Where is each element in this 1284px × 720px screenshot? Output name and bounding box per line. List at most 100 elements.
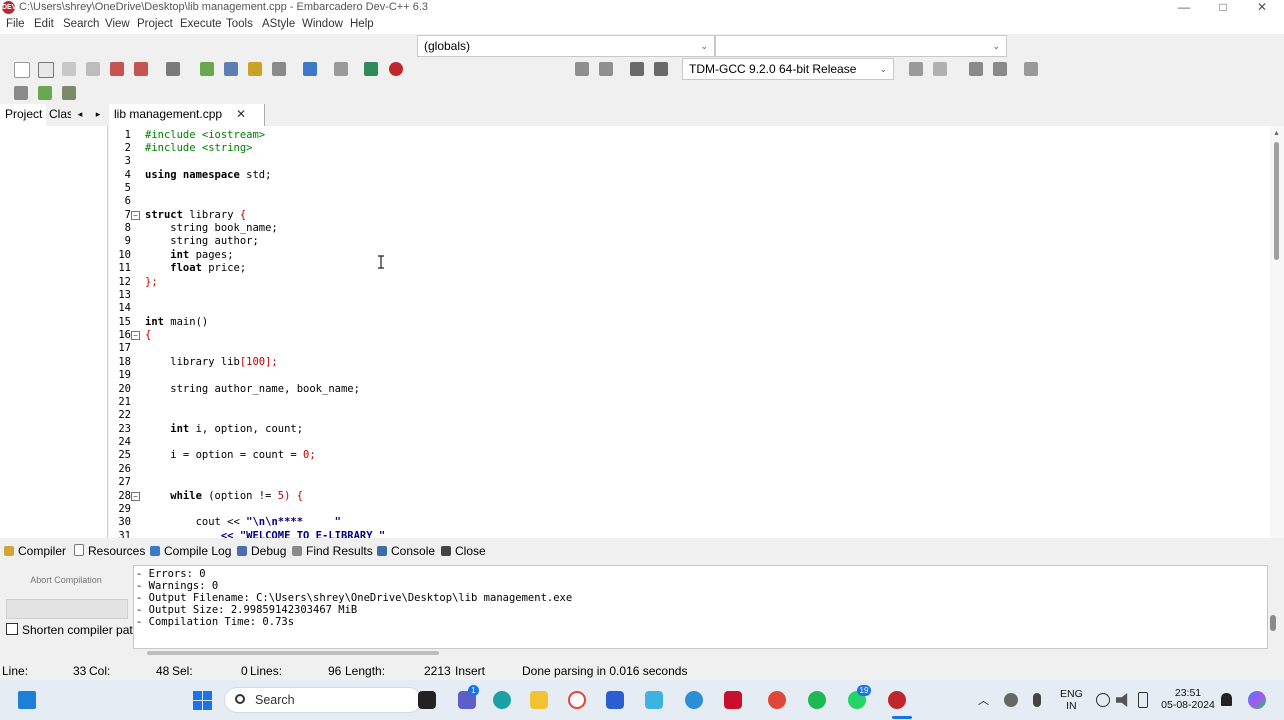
wps-office-icon[interactable] [768, 691, 786, 709]
clock[interactable]: 23:51 05-08-2024 [1160, 687, 1216, 711]
vertical-scrollbar[interactable]: ▲ [1270, 126, 1284, 538]
zoom-out-icon[interactable] [599, 62, 613, 76]
menu-view[interactable]: View [105, 18, 130, 30]
toggle-panel-icon[interactable] [200, 62, 214, 76]
file-tab[interactable]: lib management.cpp ✕ [109, 104, 265, 126]
volume-icon[interactable] [1116, 693, 1128, 707]
menu-edit[interactable]: Edit [34, 18, 54, 30]
network-globe-icon[interactable] [1096, 693, 1110, 707]
devcpp-taskbar-icon[interactable] [888, 691, 906, 709]
menu-execute[interactable]: Execute [180, 18, 222, 30]
file-explorer-icon[interactable] [530, 691, 548, 709]
code-line: int main() [145, 316, 209, 328]
log-scroll-thumb[interactable] [1270, 615, 1276, 631]
chart-icon[interactable] [364, 62, 378, 76]
minimize-button[interactable]: — [1166, 0, 1202, 16]
region-code: IN [1066, 700, 1077, 712]
horizontal-scroll-thumb[interactable] [147, 651, 439, 655]
fold-toggle-icon[interactable]: − [131, 492, 140, 501]
menu-window[interactable]: Window [302, 18, 343, 30]
window-icon[interactable] [654, 62, 668, 76]
app-icon[interactable] [645, 691, 663, 709]
redo-icon[interactable] [933, 62, 947, 76]
vertical-scroll-thumb[interactable] [1274, 142, 1279, 260]
fold-toggle-icon[interactable]: − [131, 211, 140, 220]
shorten-paths-checkbox[interactable]: Shorten compiler pat [6, 623, 133, 637]
fullscreen-icon[interactable] [630, 62, 644, 76]
abort-compilation-button[interactable]: Abort Compilation [6, 569, 126, 591]
print-icon[interactable] [166, 62, 180, 76]
tab-close[interactable]: Close [441, 544, 486, 558]
fold-toggle-icon[interactable]: − [131, 331, 140, 340]
chrome-icon[interactable] [568, 691, 586, 709]
mcafee-icon[interactable] [724, 691, 742, 709]
save-all-icon[interactable] [86, 62, 100, 76]
debug-bug-icon[interactable] [389, 62, 403, 76]
undo-icon[interactable] [909, 62, 923, 76]
tab-scroll-left-icon[interactable]: ◂ [74, 104, 86, 126]
notification-bell-icon[interactable] [1221, 693, 1232, 706]
line-number: 6 [124, 195, 131, 207]
new-file-icon[interactable] [14, 62, 30, 78]
save-icon[interactable] [62, 62, 76, 76]
close-tab-icon[interactable]: ✕ [236, 104, 246, 124]
goto-icon[interactable] [38, 86, 52, 100]
tab-resources[interactable]: Resources [74, 544, 145, 558]
tab-classes[interactable]: Clas [49, 104, 71, 126]
devcpp-app-icon[interactable]: DEV [2, 1, 16, 14]
grid-icon[interactable] [272, 62, 286, 76]
edge-icon[interactable] [493, 691, 511, 709]
code-line: string book_name; [145, 222, 278, 234]
tab-find-results[interactable]: Find Results [292, 544, 373, 558]
search-icon [235, 694, 245, 704]
bookmark-icon[interactable] [1024, 62, 1038, 76]
tray-chevron-up-icon[interactable]: ︿ [978, 692, 989, 708]
compile-log-output[interactable]: - Errors: 0 - Warnings: 0 - Output Filen… [133, 565, 1268, 649]
tab-compile-log[interactable]: Compile Log [150, 544, 231, 558]
stop-icon[interactable] [334, 62, 348, 76]
open-file-icon[interactable] [38, 62, 54, 78]
tab-scroll-right-icon[interactable]: ▸ [92, 104, 104, 126]
indent-icon[interactable] [969, 62, 983, 76]
zoom-in-icon[interactable] [575, 62, 589, 76]
notes-icon[interactable] [62, 86, 76, 100]
tab-compiler[interactable]: Compiler [4, 544, 66, 558]
tab-debug[interactable]: Debug [237, 544, 286, 558]
layout-icon[interactable] [224, 62, 238, 76]
code-editor[interactable]: 1 2 3 4 5 6 7 8 9 10 11 12 13 14 15 16 1… [109, 126, 1270, 538]
folder-tree-icon[interactable] [248, 62, 262, 76]
check-syntax-icon[interactable] [303, 62, 317, 76]
tab-console[interactable]: Console [377, 544, 435, 558]
function-combo[interactable]: ⌄ [715, 35, 1007, 57]
menu-help[interactable]: Help [350, 18, 374, 30]
store-icon[interactable] [606, 691, 624, 709]
close-all-icon[interactable] [134, 62, 148, 76]
menu-astyle[interactable]: AStyle [262, 18, 295, 30]
app-lightbulb-icon[interactable] [685, 691, 703, 709]
code-line: }; [145, 276, 158, 288]
close-window-button[interactable]: ✕ [1244, 0, 1280, 16]
taskbar-search[interactable]: Search [224, 687, 422, 713]
widgets-icon[interactable] [18, 691, 36, 709]
windows-start-icon[interactable] [193, 691, 212, 710]
scope-combo[interactable]: (globals) ⌄ [417, 35, 715, 57]
maximize-button[interactable]: □ [1205, 0, 1241, 16]
menu-project[interactable]: Project [137, 18, 173, 30]
task-view-icon[interactable] [418, 691, 436, 709]
menu-search[interactable]: Search [63, 18, 99, 30]
battery-icon[interactable] [1138, 692, 1148, 708]
menu-file[interactable]: File [6, 18, 25, 30]
onedrive-icon[interactable] [1004, 693, 1018, 707]
close-file-icon[interactable] [110, 62, 124, 76]
compiler-select[interactable]: TDM-GCC 9.2.0 64-bit Release ⌄ [682, 58, 894, 80]
checkbox-icon[interactable] [6, 623, 18, 635]
class-browser-icon[interactable] [14, 86, 28, 100]
microphone-icon[interactable] [1033, 693, 1041, 707]
menu-tools[interactable]: Tools [226, 18, 253, 30]
unindent-icon[interactable] [993, 62, 1007, 76]
copilot-icon[interactable] [1248, 691, 1266, 709]
language-indicator[interactable]: ENG IN [1060, 688, 1083, 712]
scroll-up-icon[interactable]: ▲ [1273, 130, 1280, 137]
tab-project[interactable]: Project [0, 104, 46, 126]
spotify-icon[interactable] [808, 691, 826, 709]
